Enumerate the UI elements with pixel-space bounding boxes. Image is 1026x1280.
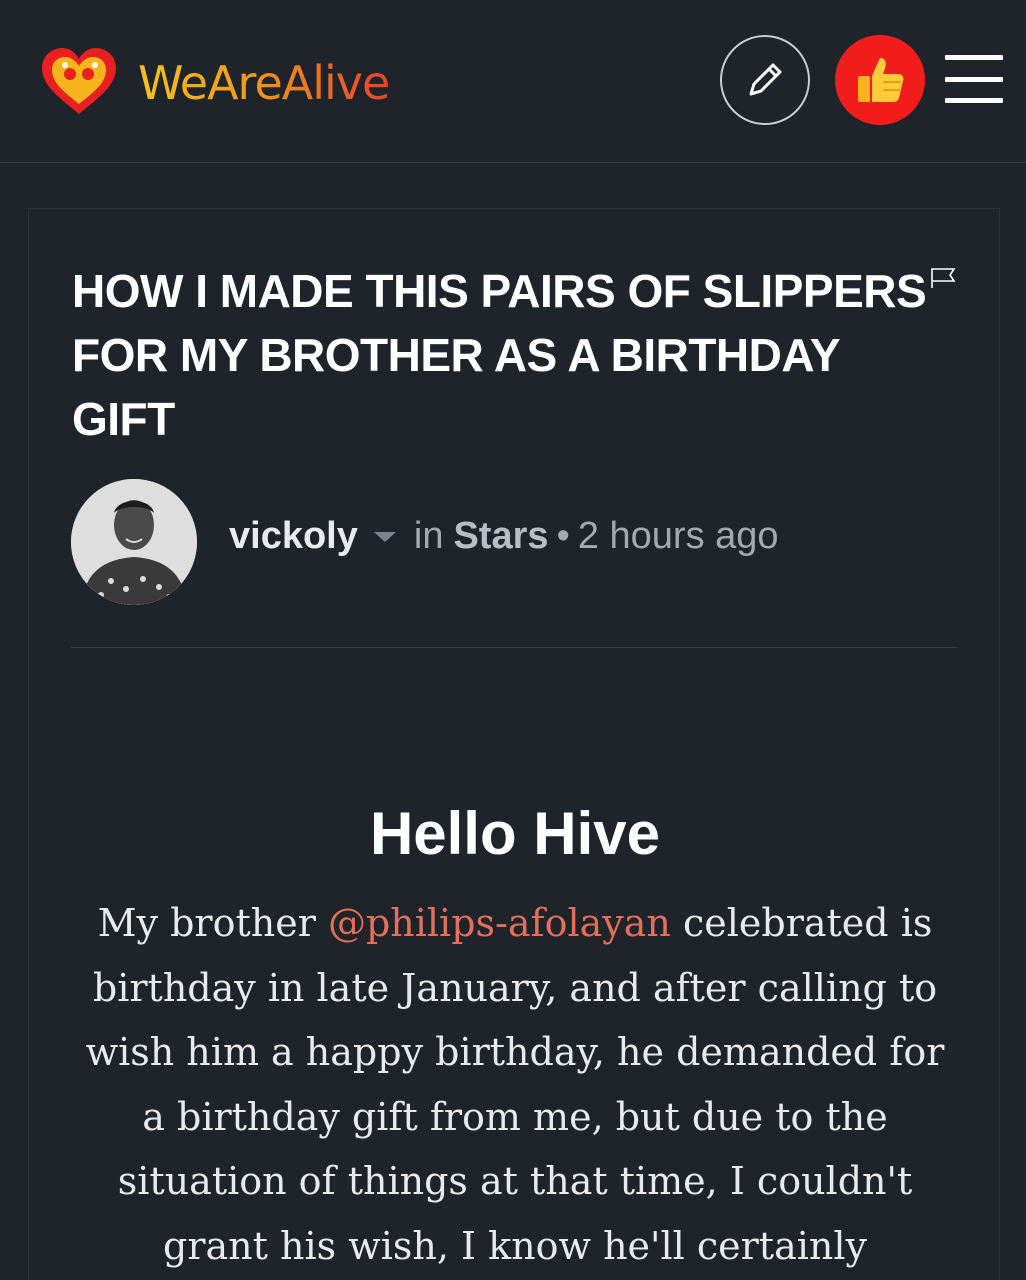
body-intro: My brother (97, 901, 328, 945)
menu-bar (945, 76, 1003, 82)
chevron-down-icon[interactable] (373, 531, 396, 542)
thumbs-up-icon (858, 58, 904, 102)
menu-bar (945, 98, 1003, 103)
heart-logo-icon (42, 48, 116, 114)
hamburger-menu-icon[interactable] (945, 55, 1003, 103)
upvote-button[interactable] (835, 35, 925, 125)
avatar-image (71, 479, 197, 605)
post-title[interactable]: HOW I MADE THIS PAIRS OF SLIPPERS FOR MY… (72, 259, 952, 451)
brand-logo[interactable]: WeAreAlive (40, 48, 390, 118)
user-mention-link[interactable]: @philips-afolayan (328, 901, 671, 945)
post-meta: vickoly in Stars • 2 hours ago (229, 515, 779, 558)
divider (71, 647, 957, 648)
community-link[interactable]: Stars (453, 515, 548, 558)
in-label: in (413, 515, 444, 557)
post-time: 2 hours ago (577, 515, 779, 557)
post-body: My brother @philips-afolayan celebrated … (77, 891, 953, 1278)
post-heading: Hello Hive (369, 800, 661, 867)
pencil-icon (749, 63, 782, 96)
body-text: celebrated is birthday in late January, … (85, 901, 945, 1268)
flag-icon[interactable] (929, 267, 957, 289)
menu-bar (945, 55, 1003, 60)
post-card: HOW I MADE THIS PAIRS OF SLIPPERS FOR MY… (28, 208, 1000, 1280)
brand-name: WeAreAlive (138, 56, 390, 110)
meta-separator: • (556, 515, 570, 557)
compose-button[interactable] (720, 35, 810, 125)
author-avatar[interactable] (71, 479, 197, 605)
author-name[interactable]: vickoly (229, 515, 358, 558)
top-header: WeAreAlive (0, 0, 1026, 163)
